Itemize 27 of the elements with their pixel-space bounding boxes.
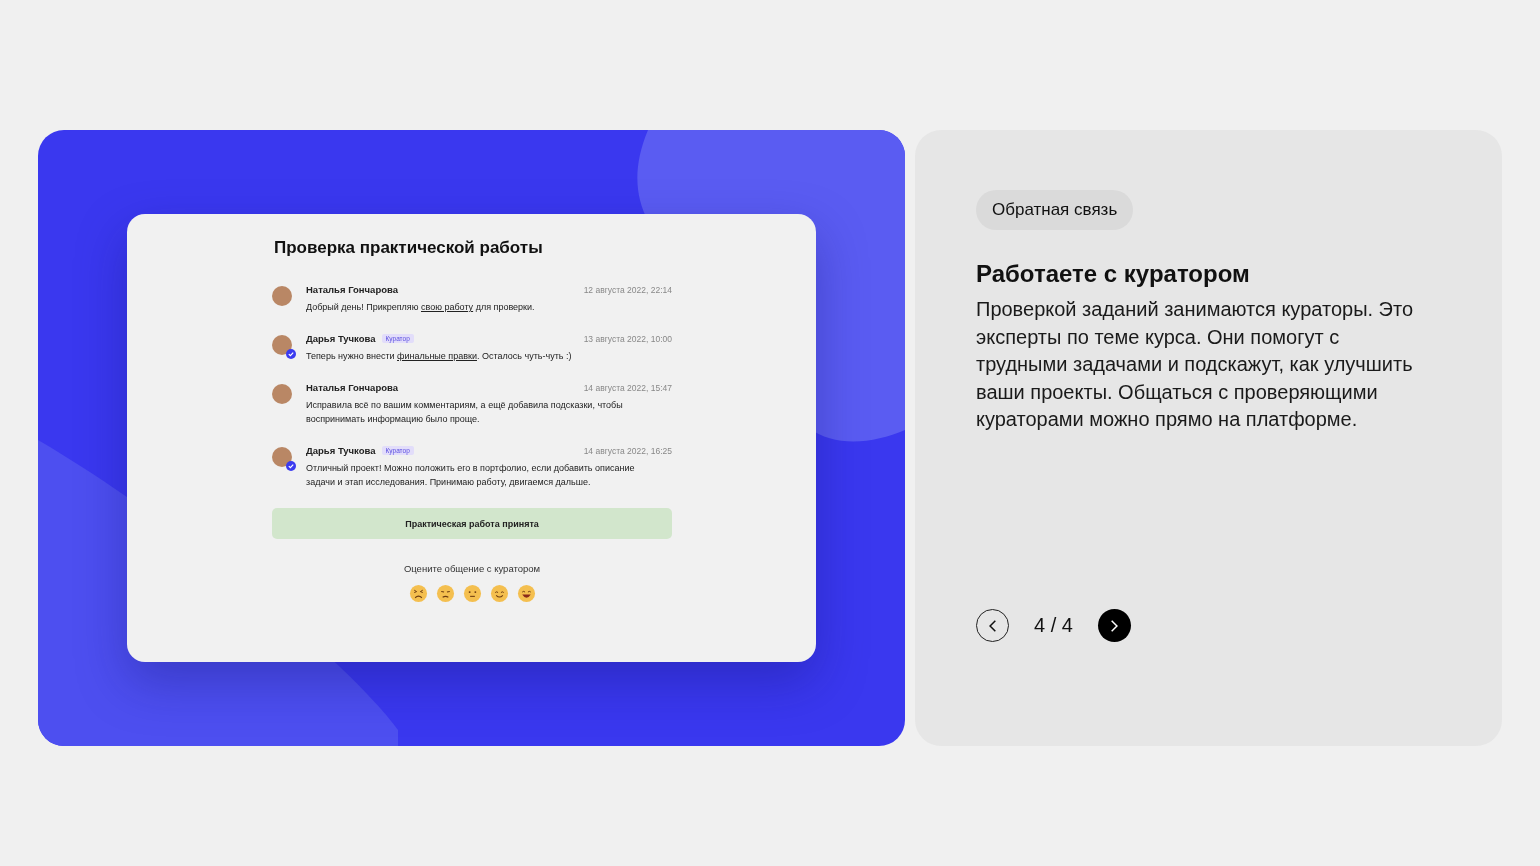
message-date: 13 августа 2022, 10:00 — [583, 333, 672, 344]
author-name: Дарья Тучкова — [306, 445, 376, 456]
neutral-face-icon[interactable] — [462, 584, 482, 603]
message-text: Добрый день! Прикрепляю свою работу для проверки. — [306, 301, 536, 314]
author-name: Дарья Тучкова — [306, 333, 376, 344]
category-tag: Обратная связь — [976, 190, 1134, 230]
info-description: Проверкой заданий занимаются кураторы. Это эксперты по теме курса. Они помогут с трудными задачами и подскажут, как улучшить ваши проекты. Общаться с проверяющими кураторами можно прямо на платформе. — [976, 297, 1415, 432]
message-text: Теперь нужно внести финальные правки. Осталось чуть-чуть :) — [306, 350, 573, 363]
rating-prompt: Оцените общение с куратором — [402, 563, 542, 574]
attachment-link[interactable]: свою работу — [421, 302, 474, 312]
angry-face-icon[interactable] — [408, 584, 428, 603]
laughing-face-icon[interactable] — [516, 584, 536, 603]
message-text: Отличный проект! Можно положить его в портфолио, если добавить описание задачи и этап исследования. Принимаю работу, двигаемся дальше. — [306, 462, 636, 489]
preview-title: Проверка практической работы — [274, 238, 544, 258]
next-button[interactable] — [1097, 609, 1131, 642]
smiling-face-icon[interactable] — [489, 584, 509, 603]
author-name: Наталья Гончарова — [306, 284, 398, 295]
sad-face-icon[interactable] — [435, 584, 455, 603]
message-date: 14 августа 2022, 15:47 — [583, 382, 672, 393]
attachment-link[interactable]: финальные правки — [397, 351, 477, 361]
message-text: Исправила всё по вашим комментариям, а ещё добавила подсказки, чтобы воспринимать информацию было проще. — [306, 399, 624, 426]
author-name: Наталья Гончарова — [306, 382, 398, 393]
message-date: 12 августа 2022, 22:14 — [583, 284, 672, 295]
page-counter: 4 / 4 — [1034, 614, 1073, 637]
info-heading: Работаете с куратором — [976, 260, 1250, 288]
message-date: 14 августа 2022, 16:25 — [583, 445, 672, 456]
status-banner: Практическая работа принята — [272, 508, 672, 539]
